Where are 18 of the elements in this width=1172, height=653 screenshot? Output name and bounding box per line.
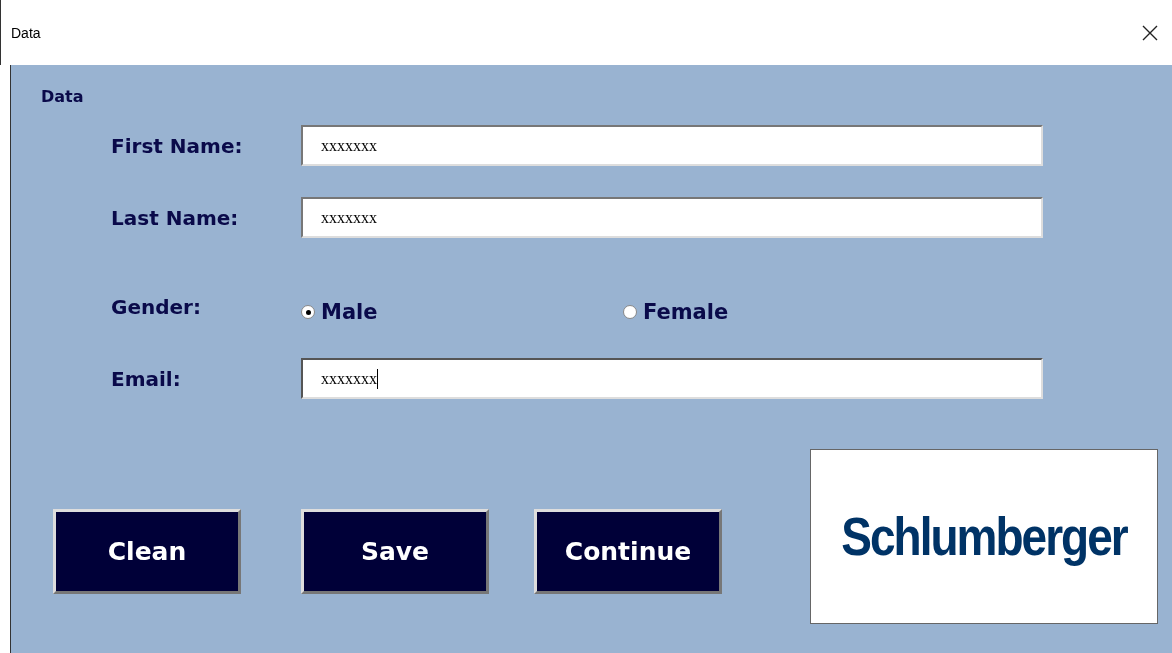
window-title: Data [11,24,41,41]
close-icon[interactable] [1142,24,1158,41]
field-label: Last Name: [111,205,240,230]
radio-button[interactable] [623,305,637,319]
field-label: First Name: [111,133,244,158]
field-label: Email: [111,366,182,391]
action-button[interactable]: Save [301,509,489,594]
text-field[interactable]: xxxxxxx [301,197,1043,238]
radio-button[interactable] [301,305,315,319]
option-label[interactable]: Male [321,300,378,324]
action-button[interactable]: Clean [53,509,241,594]
field-label: Gender: [111,295,202,319]
option-label[interactable]: Female [643,300,729,324]
text-field[interactable]: xxxxxxx [301,358,1043,399]
action-button[interactable]: Continue [534,509,722,594]
logo-text: Schlumberger [841,505,1127,568]
text-field[interactable]: xxxxxxx [301,125,1043,166]
frame-label: Data [41,87,85,107]
